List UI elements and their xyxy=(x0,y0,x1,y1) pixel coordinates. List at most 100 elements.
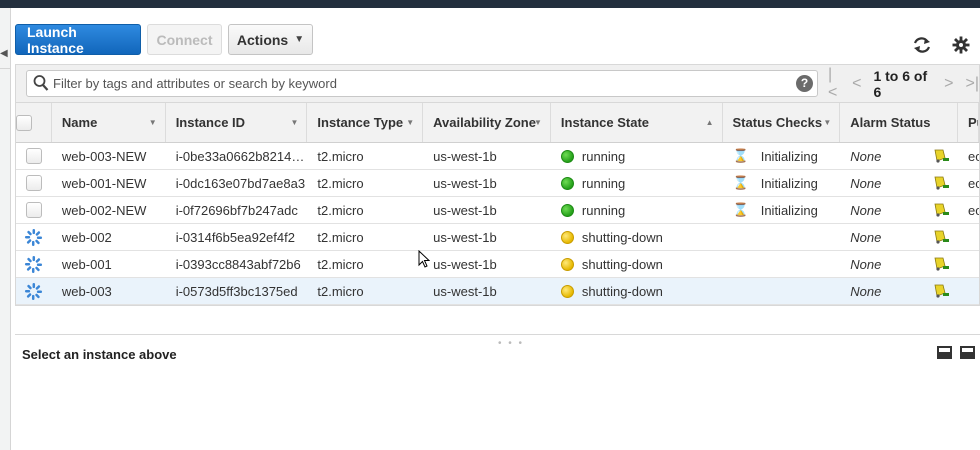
filter-bar: ? |< < 1 to 6 of 6 > >| xyxy=(15,64,980,102)
cell-instance-type: t2.micro xyxy=(317,175,364,191)
cell-name: web-003-NEW xyxy=(61,148,147,164)
hourglass-icon: ⌛ xyxy=(732,148,749,163)
next-page-icon[interactable]: > xyxy=(944,75,953,93)
alarm-bell-icon[interactable] xyxy=(932,283,950,302)
column-header-instance-type[interactable]: Instance Type ▼ xyxy=(307,103,424,142)
last-page-icon[interactable]: >| xyxy=(966,75,980,93)
drag-handle-icon[interactable]: • • • xyxy=(498,338,524,349)
launch-instance-button[interactable]: Launch Instance xyxy=(15,24,141,56)
cell-status-checks: ⌛ Initializing xyxy=(723,197,841,223)
spinner-icon xyxy=(25,255,43,273)
alarm-label: None xyxy=(850,148,882,164)
gear-icon[interactable] xyxy=(952,36,970,59)
table-row[interactable]: web-002-NEW i-0f72696bf7b247adc t2.micro us… xyxy=(16,197,979,224)
cell-instance-id: i-0573d5ff3bc1375ed xyxy=(175,283,298,299)
cell-instance-type: t2.micro xyxy=(317,148,364,164)
mouse-pointer-icon xyxy=(418,249,431,271)
column-header-public-dns[interactable]: Pub xyxy=(958,103,979,142)
spinner-icon xyxy=(25,228,43,246)
cell-availability-zone: us-west-1b xyxy=(433,175,497,191)
table-row[interactable]: web-001 i-0393cc8843abf72b6 t2.micro us-wes… xyxy=(16,251,979,278)
refresh-icon[interactable] xyxy=(912,36,932,59)
cell-instance-id: i-0dc163e07bd7ae8a3 xyxy=(175,175,306,191)
state-dot-icon xyxy=(560,149,574,163)
pane-splitter[interactable] xyxy=(15,334,980,335)
column-header-alarm-status[interactable]: Alarm Status xyxy=(840,103,959,142)
cell-public-dns xyxy=(958,278,979,304)
alarm-bell-icon[interactable] xyxy=(932,202,950,221)
cell-instance-type: t2.micro xyxy=(317,229,364,245)
caret-down-icon[interactable]: ▼ xyxy=(534,118,542,127)
actions-button[interactable]: Actions ▼ xyxy=(228,24,313,55)
caret-down-icon[interactable]: ▼ xyxy=(149,118,157,127)
table-row[interactable]: web-002 i-0314f6b5ea92ef4f2 t2.micro us-wes… xyxy=(16,224,979,251)
left-nav-collapsed: ◀ xyxy=(0,8,11,450)
caret-up-icon[interactable]: ▲ xyxy=(706,118,714,127)
console-top-bar xyxy=(0,0,980,8)
column-header-name[interactable]: Name ▼ xyxy=(52,103,166,142)
alarm-bell-icon[interactable] xyxy=(932,175,950,194)
chevron-down-icon: ▼ xyxy=(294,34,305,45)
cell-instance-id: i-0f72696bf7b247adc xyxy=(175,202,298,218)
select-all-checkbox[interactable] xyxy=(16,114,32,131)
cell-alarm-status: None xyxy=(840,251,958,277)
row-select-cell[interactable] xyxy=(16,143,52,169)
alarm-bell-icon[interactable] xyxy=(932,148,950,167)
search-input[interactable] xyxy=(53,72,788,95)
state-label: shutting-down xyxy=(581,256,663,272)
cell-instance-state: running xyxy=(551,197,723,223)
cell-name: web-001 xyxy=(61,256,112,272)
alarm-label: None xyxy=(850,229,882,245)
status-label: Initializing xyxy=(760,148,818,164)
alarm-label: None xyxy=(850,256,882,272)
cell-instance-state: shutting-down xyxy=(551,251,723,277)
row-checkbox[interactable] xyxy=(25,148,42,164)
search-box[interactable]: ? xyxy=(26,70,818,97)
cell-instance-state: shutting-down xyxy=(551,278,723,304)
actions-label: Actions xyxy=(236,31,289,48)
help-icon[interactable]: ? xyxy=(796,75,813,92)
top-right-icons xyxy=(912,36,970,59)
caret-down-icon[interactable]: ▼ xyxy=(406,118,414,127)
cell-instance-state: running xyxy=(551,143,723,169)
first-page-icon[interactable]: |< xyxy=(828,66,840,102)
table-row[interactable]: web-003-NEW i-0be33a0662b8214… t2.micro us-… xyxy=(16,143,979,170)
select-all-cell[interactable] xyxy=(16,103,52,142)
cell-availability-zone: us-west-1b xyxy=(433,256,497,272)
status-label: Initializing xyxy=(760,175,818,191)
cell-public-dns: ec2- xyxy=(968,202,979,218)
table-row[interactable]: web-003 i-0573d5ff3bc1375ed t2.micro us-wes… xyxy=(16,278,979,305)
alarm-bell-icon[interactable] xyxy=(932,229,950,248)
collapse-arrow-icon[interactable]: ◀ xyxy=(0,48,8,59)
cell-status-checks: ⌛ Initializing xyxy=(723,170,841,196)
search-icon xyxy=(33,74,49,95)
alarm-label: None xyxy=(850,283,882,299)
cell-instance-type: t2.micro xyxy=(317,202,364,218)
column-header-availability-zone[interactable]: Availability Zone ▼ xyxy=(423,103,551,142)
connect-button: Connect xyxy=(147,24,222,55)
page-count: 1 to 6 of 6 xyxy=(873,68,928,100)
state-dot-icon xyxy=(560,203,574,217)
column-header-status-checks[interactable]: Status Checks ▼ xyxy=(723,103,841,142)
cell-instance-id: i-0393cc8843abf72b6 xyxy=(175,256,301,272)
row-select-cell[interactable] xyxy=(16,197,52,223)
column-header-instance-state[interactable]: Instance State ▲ xyxy=(551,103,723,142)
state-dot-icon xyxy=(560,176,574,190)
cell-alarm-status: None xyxy=(840,143,958,169)
cell-name: web-003 xyxy=(61,283,112,299)
prev-page-icon[interactable]: < xyxy=(852,75,861,93)
alarm-bell-icon[interactable] xyxy=(932,256,950,275)
column-header-instance-id[interactable]: Instance ID ▼ xyxy=(166,103,308,142)
cell-instance-type: t2.micro xyxy=(317,283,364,299)
layout-bottom-pane-icon[interactable] xyxy=(937,346,952,359)
table-row[interactable]: web-001-NEW i-0dc163e07bd7ae8a3 t2.micro us… xyxy=(16,170,979,197)
row-checkbox[interactable] xyxy=(25,175,42,191)
caret-down-icon[interactable]: ▼ xyxy=(823,118,831,127)
row-checkbox[interactable] xyxy=(25,202,42,218)
caret-down-icon[interactable]: ▼ xyxy=(290,118,298,127)
hourglass-icon: ⌛ xyxy=(732,175,749,190)
row-select-cell[interactable] xyxy=(16,170,52,196)
layout-split-pane-icon[interactable] xyxy=(960,346,975,359)
row-status-cell xyxy=(16,224,52,250)
cell-alarm-status: None xyxy=(840,170,958,196)
